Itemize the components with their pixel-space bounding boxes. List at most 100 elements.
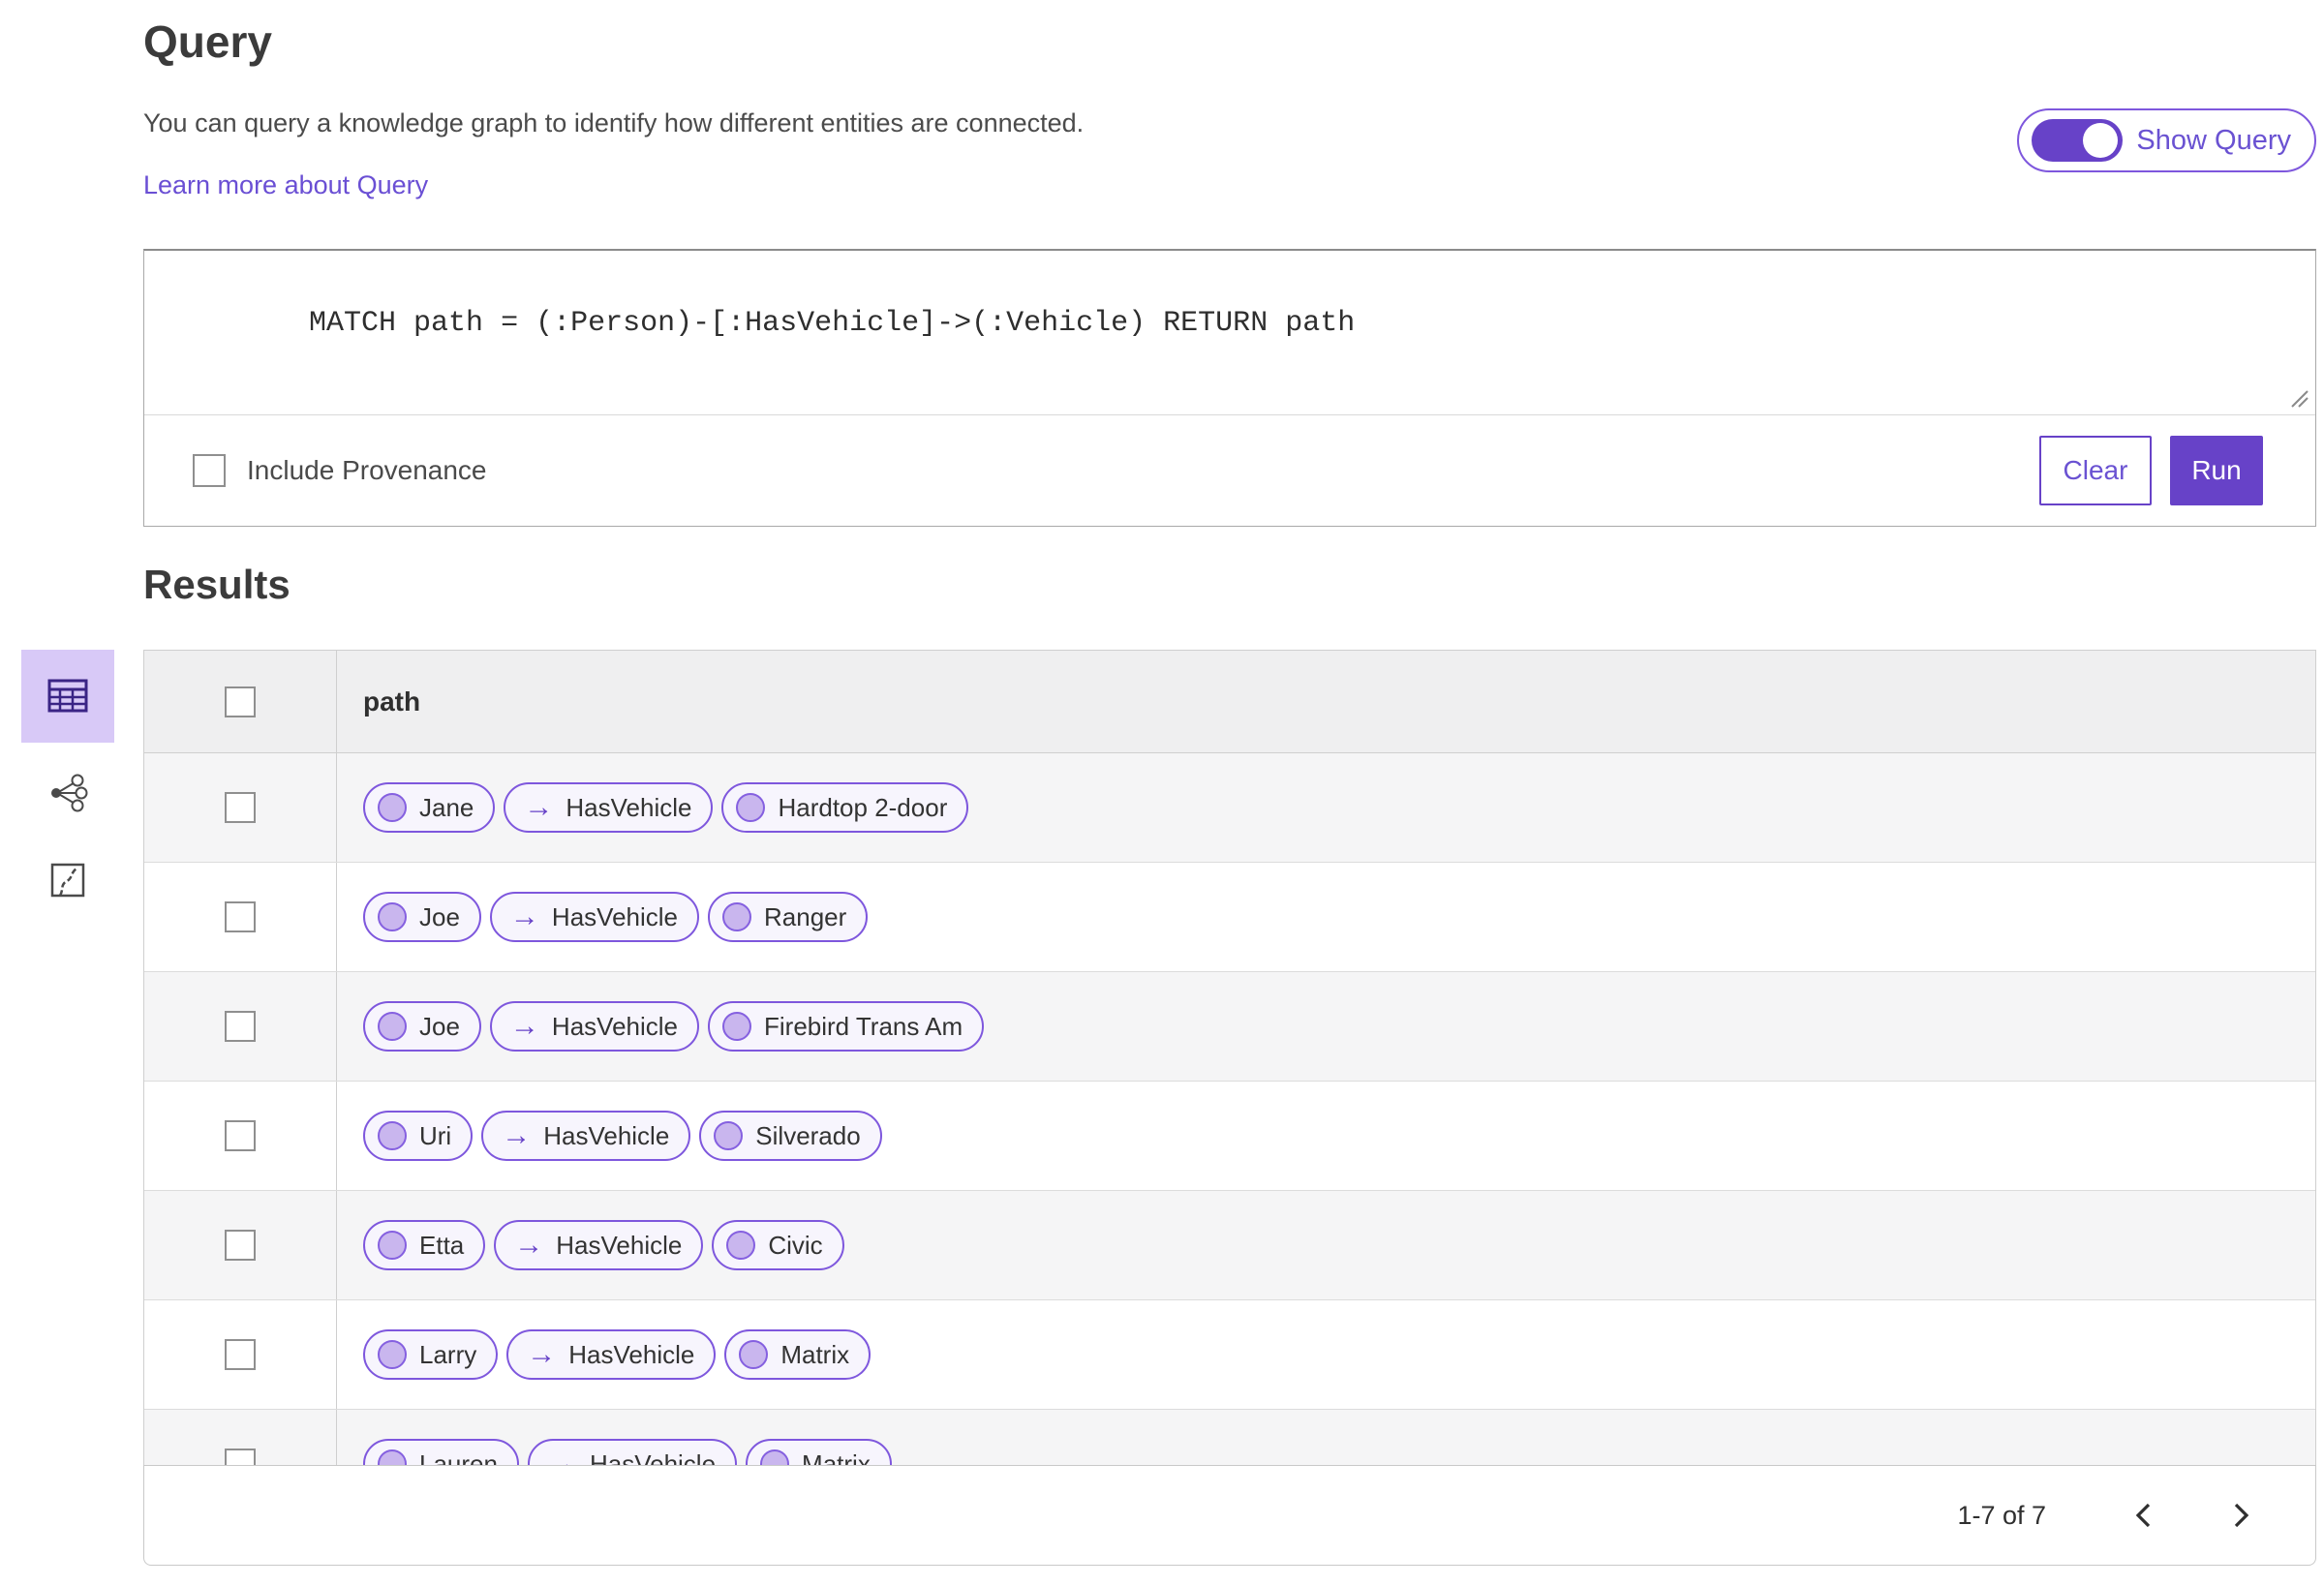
query-page: Query You can query a knowledge graph to…: [0, 15, 2324, 1586]
query-input[interactable]: MATCH path = (:Person)-[:HasVehicle]->(:…: [144, 251, 2315, 415]
entity-pill-target[interactable]: Civic: [712, 1220, 844, 1270]
row-checkbox[interactable]: [225, 901, 256, 932]
table-view-button[interactable]: [21, 650, 114, 743]
row-checkbox-cell: [144, 972, 337, 1081]
row-checkbox[interactable]: [225, 1449, 256, 1465]
entity-pill-source[interactable]: Jane: [363, 782, 496, 833]
relationship-pill[interactable]: → HasVehicle: [504, 782, 714, 833]
row-checkbox[interactable]: [225, 1230, 256, 1261]
entity-pill-source[interactable]: Larry: [363, 1329, 499, 1380]
node-icon: [378, 1231, 407, 1260]
relationship-pill[interactable]: → HasVehicle: [494, 1220, 704, 1270]
toggle-knob: [2083, 123, 2119, 158]
learn-more-link[interactable]: Learn more about Query: [143, 170, 428, 200]
resize-handle-icon[interactable]: [2284, 383, 2309, 409]
pagination-bar: 1-7 of 7: [143, 1465, 2316, 1566]
node-icon: [714, 1121, 744, 1150]
clear-button[interactable]: Clear: [2039, 436, 2152, 505]
node-icon: [760, 1449, 790, 1465]
arrow-right-icon: →: [509, 1010, 539, 1042]
graph-view-button[interactable]: [21, 772, 114, 814]
row-path-cell: Etta → HasVehicle Civic: [337, 1191, 2315, 1299]
entity-pill-source[interactable]: Joe: [363, 892, 481, 942]
query-action-bar: Include Provenance Clear Run: [144, 415, 2315, 526]
show-query-toggle[interactable]: Show Query: [2017, 108, 2316, 172]
row-checkbox-cell: [144, 863, 337, 971]
entity-pill-target[interactable]: Firebird Trans Am: [708, 1001, 985, 1052]
entity-pill-source[interactable]: Lauren: [363, 1439, 519, 1465]
arrow-right-icon: →: [509, 900, 539, 932]
row-checkbox[interactable]: [225, 792, 256, 823]
node-icon: [378, 1340, 407, 1369]
row-checkbox-cell: [144, 1082, 337, 1190]
row-path-cell: Lauren → HasVehicle Matrix: [337, 1410, 2315, 1465]
relationship-pill[interactable]: → HasVehicle: [489, 1001, 699, 1052]
arrow-right-icon: →: [524, 791, 554, 823]
chevron-right-icon: [2234, 1503, 2249, 1528]
include-provenance-checkbox[interactable]: [193, 454, 226, 487]
relationship-pill[interactable]: → HasVehicle: [481, 1111, 691, 1161]
node-icon: [722, 902, 751, 931]
node-icon: [378, 793, 407, 822]
relationship-pill[interactable]: → HasVehicle: [506, 1329, 717, 1380]
node-icon: [378, 1449, 407, 1465]
pagination-range: 1-7 of 7: [1957, 1500, 2046, 1530]
header-path-cell: path: [337, 651, 2315, 752]
row-checkbox-cell: [144, 1300, 337, 1409]
table-header-row: path: [144, 651, 2315, 753]
relationship-pill[interactable]: → HasVehicle: [527, 1439, 738, 1465]
results-title: Results: [143, 562, 290, 607]
show-query-label: Show Query: [2136, 124, 2291, 156]
map-view-icon: [50, 863, 85, 898]
previous-page-button[interactable]: [2124, 1496, 2162, 1535]
chevron-left-icon: [2135, 1503, 2151, 1528]
map-view-button[interactable]: [21, 859, 114, 901]
row-path-cell: Jane → HasVehicle Hardtop 2-door: [337, 753, 2315, 862]
entity-pill-target[interactable]: Ranger: [708, 892, 869, 942]
toggle-switch-icon: [2032, 119, 2124, 162]
table-row: Larry → HasVehicle Matrix: [144, 1300, 2315, 1410]
node-icon: [378, 1012, 407, 1041]
table-row: Jane → HasVehicle Hardtop 2-door: [144, 753, 2315, 863]
entity-pill-target[interactable]: Matrix: [746, 1439, 892, 1465]
row-checkbox-cell: [144, 753, 337, 862]
entity-pill-source[interactable]: Uri: [363, 1111, 474, 1161]
query-header-row: You can query a knowledge graph to ident…: [143, 107, 2316, 200]
page-title: Query: [143, 16, 272, 67]
entity-pill-source[interactable]: Etta: [363, 1220, 486, 1270]
include-provenance-label: Include Provenance: [247, 455, 487, 485]
table-row: Etta → HasVehicle Civic: [144, 1191, 2315, 1300]
relationship-pill[interactable]: → HasVehicle: [489, 892, 699, 942]
column-header-path: path: [363, 686, 421, 717]
node-icon: [739, 1340, 769, 1369]
row-checkbox[interactable]: [225, 1011, 256, 1042]
graph-view-icon: [51, 774, 88, 812]
row-path-cell: Uri → HasVehicle Silverado: [337, 1082, 2315, 1190]
results-table: path Jane → HasVehicle Hardtop 2-door Jo…: [143, 650, 2316, 1465]
select-all-checkbox[interactable]: [225, 686, 256, 717]
row-path-cell: Joe → HasVehicle Firebird Trans Am: [337, 972, 2315, 1081]
entity-pill-target[interactable]: Silverado: [699, 1111, 882, 1161]
row-checkbox[interactable]: [225, 1339, 256, 1370]
query-text: MATCH path = (:Person)-[:HasVehicle]->(:…: [309, 307, 1356, 340]
view-switcher-rail: [0, 650, 143, 1566]
row-checkbox-cell: [144, 1191, 337, 1299]
row-checkbox[interactable]: [225, 1120, 256, 1151]
table-row: Uri → HasVehicle Silverado: [144, 1082, 2315, 1191]
next-page-button[interactable]: [2222, 1496, 2261, 1535]
table-row: Joe → HasVehicle Ranger: [144, 863, 2315, 972]
row-checkbox-cell: [144, 1410, 337, 1465]
node-icon: [378, 902, 407, 931]
query-description: You can query a knowledge graph to ident…: [143, 108, 1085, 137]
query-header-left: You can query a knowledge graph to ident…: [143, 107, 1084, 200]
entity-pill-target[interactable]: Matrix: [724, 1329, 872, 1380]
row-path-cell: Larry → HasVehicle Matrix: [337, 1300, 2315, 1409]
entity-pill-source[interactable]: Joe: [363, 1001, 481, 1052]
table-view-icon: [47, 679, 88, 713]
node-icon: [378, 1121, 407, 1150]
results-table-area: path Jane → HasVehicle Hardtop 2-door Jo…: [143, 650, 2316, 1566]
entity-pill-target[interactable]: Hardtop 2-door: [721, 782, 969, 833]
arrow-right-icon: →: [514, 1229, 544, 1261]
query-section: Query You can query a knowledge graph to…: [143, 15, 2316, 527]
run-button[interactable]: Run: [2170, 436, 2263, 505]
